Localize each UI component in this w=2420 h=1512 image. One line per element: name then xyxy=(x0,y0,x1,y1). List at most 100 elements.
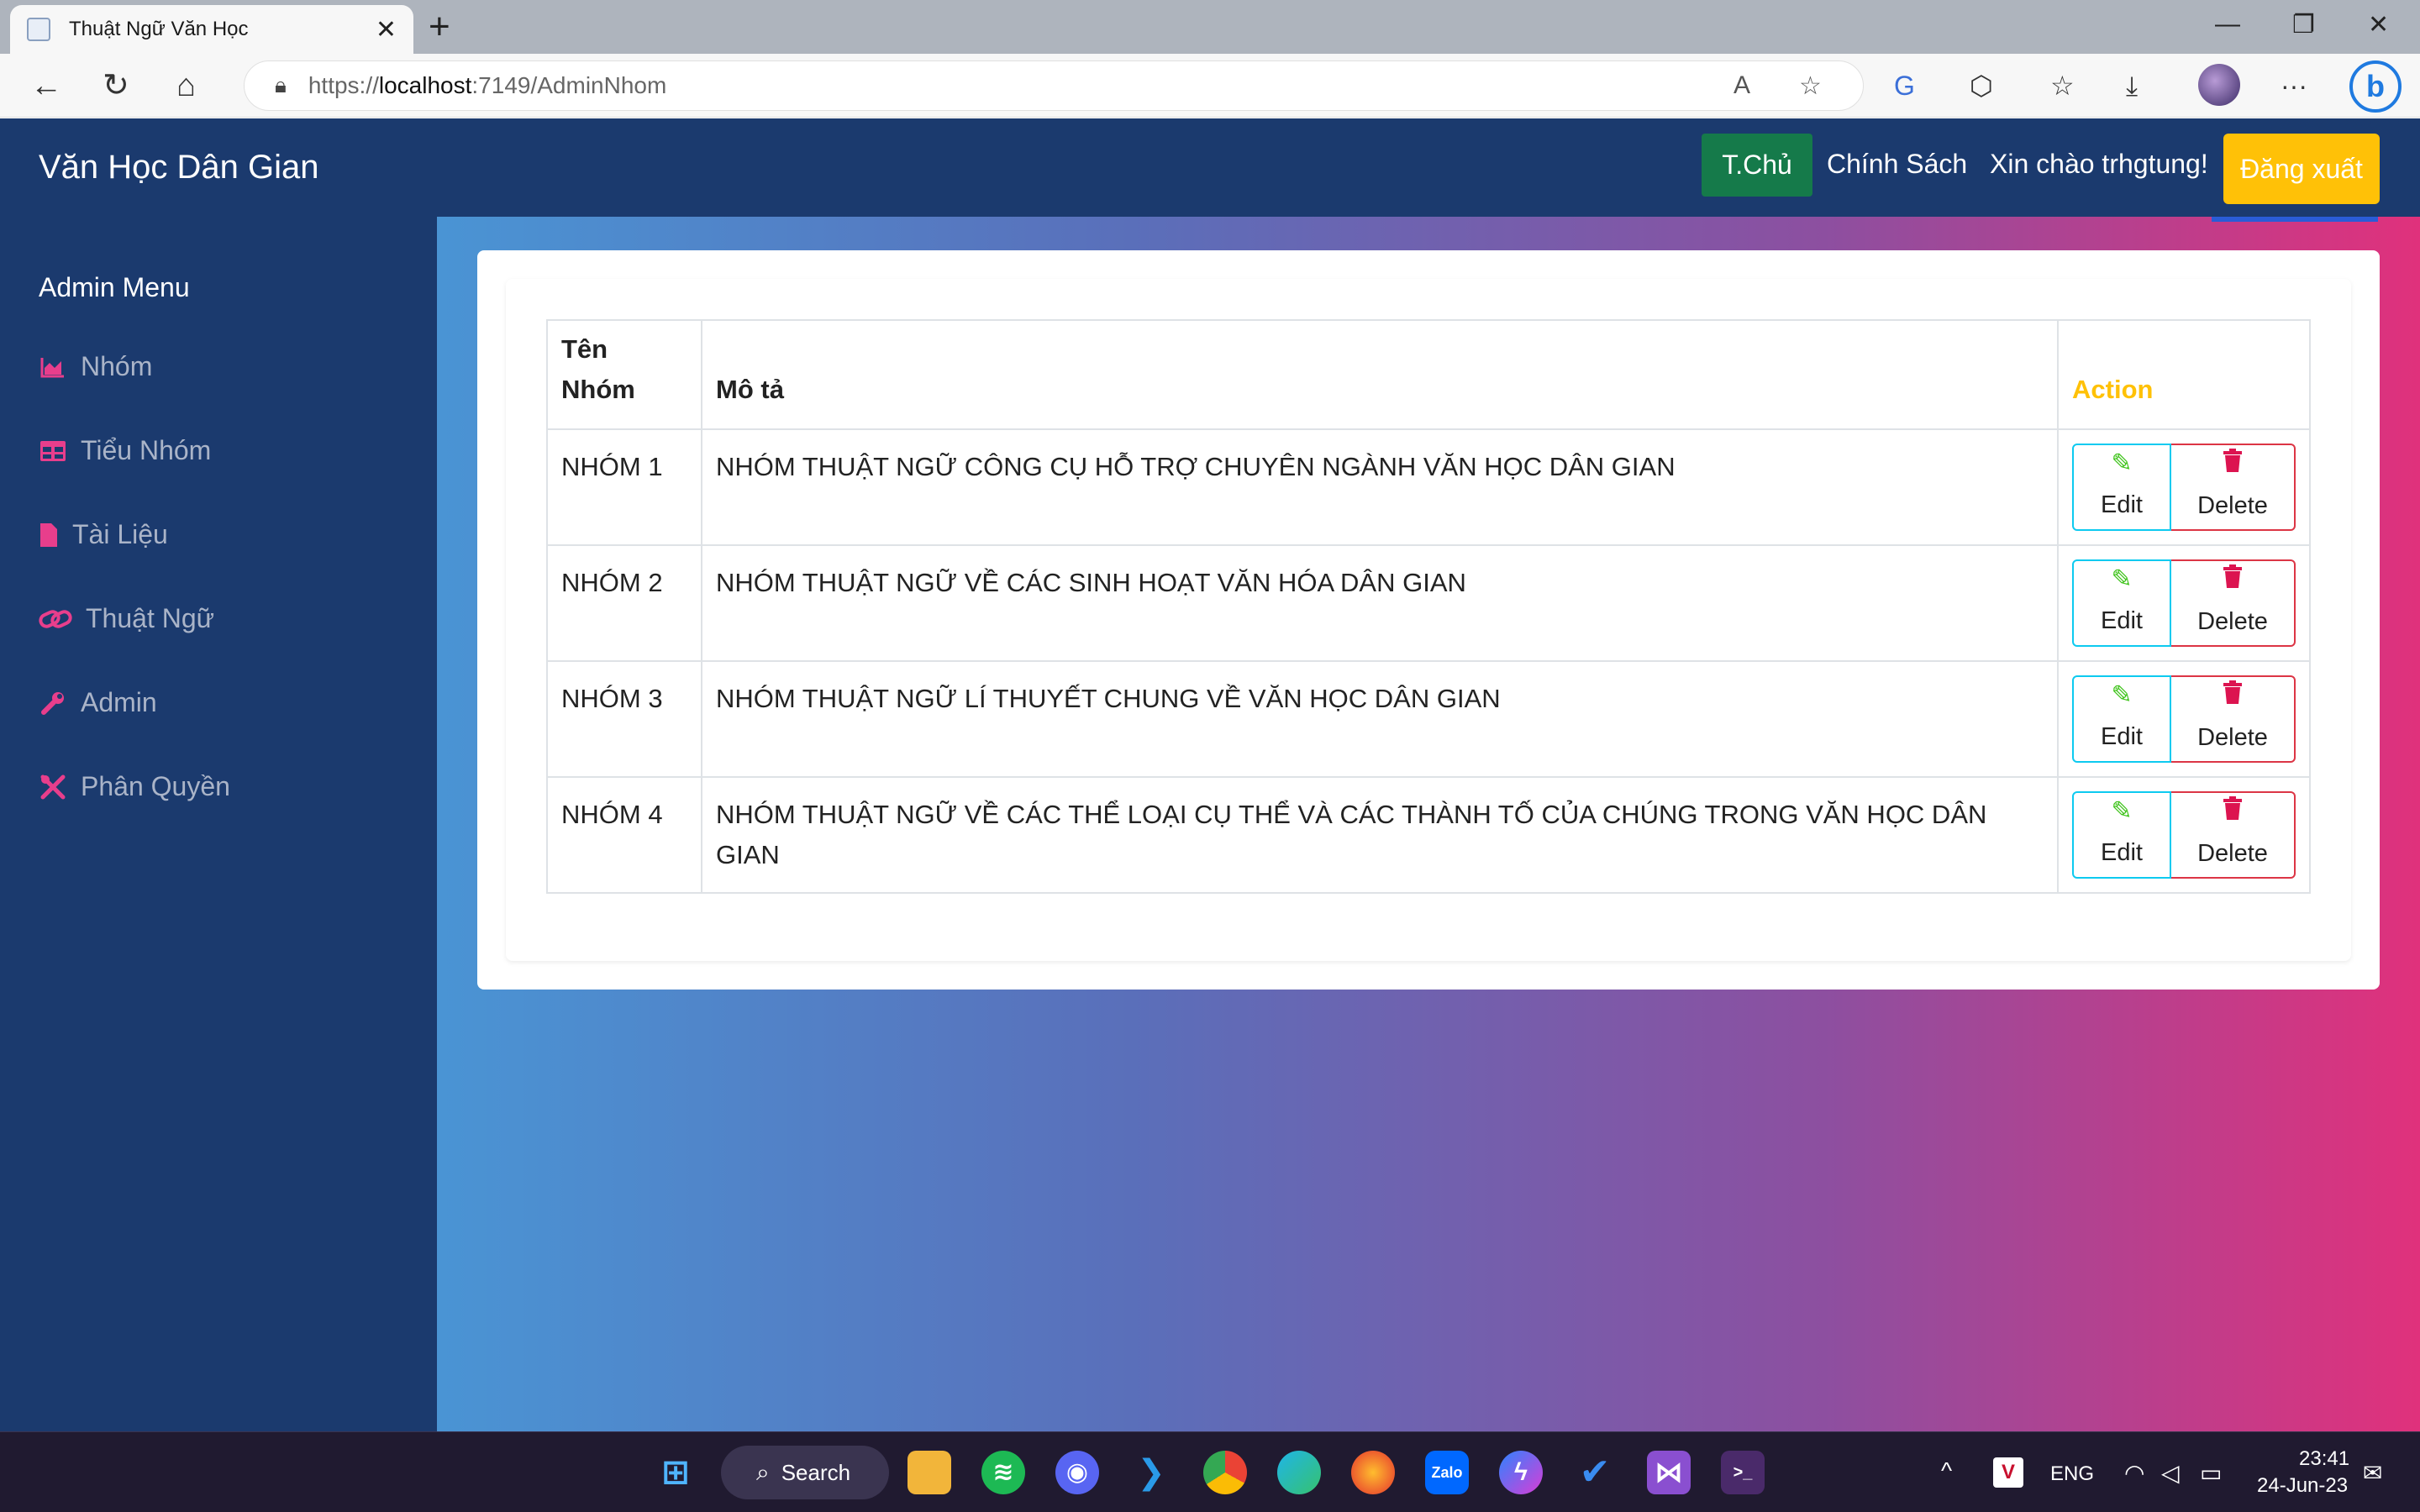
group-description-cell: NHÓM THUẬT NGỮ VỀ CÁC THỂ LOẠI CỤ THỂ VÀ… xyxy=(701,776,2059,894)
decorative-stripe xyxy=(2212,217,2378,222)
groups-table: Tên Nhóm Mô tả Action NHÓM 1 NHÓM THUẬT … xyxy=(546,319,2311,894)
zalo-icon[interactable]: Zalo xyxy=(1425,1451,1469,1494)
edit-icon: ✎ xyxy=(2111,565,2133,593)
translate-icon[interactable]: G xyxy=(1894,67,1915,104)
policy-link[interactable]: Chính Sách xyxy=(1827,149,1967,180)
read-aloud-icon[interactable]: A xyxy=(1733,71,1750,100)
table-row: NHÓM 2 NHÓM THUẬT NGỮ VỀ CÁC SINH HOẠT V… xyxy=(546,544,2311,662)
home-icon[interactable]: ⌂ xyxy=(176,67,196,104)
home-button[interactable]: T.Chủ xyxy=(1702,134,1812,197)
edit-label: Edit xyxy=(2101,723,2143,750)
close-window-icon[interactable]: ✕ xyxy=(2368,10,2389,39)
group-description-cell: NHÓM THUẬT NGỮ CÔNG CỤ HỖ TRỢ CHUYÊN NGÀ… xyxy=(701,428,2059,546)
edit-button[interactable]: ✎ Edit xyxy=(2072,675,2171,763)
edge-icon[interactable] xyxy=(1277,1451,1321,1494)
terminal-icon[interactable]: >_ xyxy=(1721,1451,1765,1494)
admin-sidebar: Admin Menu Nhóm Tiểu Nhóm Tài Liệu Thuật… xyxy=(0,217,437,1431)
volume-icon[interactable]: ◁ xyxy=(2161,1459,2180,1487)
table-row: NHÓM 1 NHÓM THUẬT NGỮ CÔNG CỤ HỖ TRỢ CHU… xyxy=(546,428,2311,546)
tab-title: Thuật Ngữ Văn Học xyxy=(69,18,249,40)
back-arrow-icon[interactable]: ← xyxy=(30,67,62,104)
site-brand[interactable]: Văn Học Dân Gian xyxy=(39,149,319,186)
wrench-icon xyxy=(39,690,67,716)
sidebar-item-admin[interactable]: Admin xyxy=(39,687,157,718)
favorites-icon[interactable]: ☆ xyxy=(2050,67,2075,104)
edit-icon: ✎ xyxy=(2111,681,2133,709)
edit-button[interactable]: ✎ Edit xyxy=(2072,791,2171,879)
messenger-icon[interactable]: ϟ xyxy=(1499,1451,1543,1494)
delete-button[interactable]: Delete xyxy=(2171,675,2296,763)
action-button-group: ✎ Edit Delete xyxy=(2072,791,2296,879)
bing-copilot-icon[interactable]: b xyxy=(2349,60,2402,113)
clock-date[interactable]: 24-Jun-23 xyxy=(2257,1474,2348,1498)
group-name-cell: NHÓM 3 xyxy=(546,660,702,778)
delete-label: Delete xyxy=(2197,840,2268,867)
action-cell: ✎ Edit Delete xyxy=(2057,660,2311,778)
logout-button[interactable]: Đăng xuất xyxy=(2223,134,2380,204)
todo-icon[interactable]: ✔ xyxy=(1573,1451,1617,1494)
edit-button[interactable]: ✎ Edit xyxy=(2072,444,2171,531)
tools-icon xyxy=(39,774,67,800)
action-button-group: ✎ Edit Delete xyxy=(2072,675,2296,763)
column-header-action: Action xyxy=(2057,319,2311,430)
search-icon: ⌕ xyxy=(756,1458,770,1485)
windows-taskbar: ⊞ ⌕ Search ≋ ◉ ❯ Zalo ϟ ✔ ⋈ >_ ^ V ENG ◠… xyxy=(0,1431,2420,1512)
sidebar-item-label: Phân Quyền xyxy=(81,771,230,801)
reload-icon[interactable]: ↻ xyxy=(103,67,129,104)
battery-icon[interactable]: ▭ xyxy=(2200,1459,2222,1487)
greeting-text: Xin chào trhgtung! xyxy=(1990,149,2208,179)
edit-icon: ✎ xyxy=(2111,797,2133,825)
group-name-cell: NHÓM 2 xyxy=(546,544,702,662)
chrome-icon[interactable] xyxy=(1203,1451,1247,1494)
action-button-group: ✎ Edit Delete xyxy=(2072,559,2296,647)
downloads-icon[interactable]: ⤓ xyxy=(2126,67,2138,104)
delete-label: Delete xyxy=(2197,492,2268,519)
spotify-icon[interactable]: ≋ xyxy=(981,1451,1025,1494)
more-menu-icon[interactable]: ··· xyxy=(2281,67,2307,104)
sidebar-item-thuat-ngu[interactable]: Thuật Ngữ xyxy=(39,603,214,634)
column-header-name: Tên Nhóm xyxy=(546,319,702,430)
sidebar-item-label: Nhóm xyxy=(81,351,153,381)
minimize-icon[interactable]: — xyxy=(2215,10,2240,39)
edit-label: Edit xyxy=(2101,607,2143,634)
sidebar-item-tieu-nhom[interactable]: Tiểu Nhóm xyxy=(39,435,211,466)
clock-time[interactable]: 23:41 xyxy=(2299,1447,2349,1471)
chart-area-icon xyxy=(39,354,67,380)
vietkey-icon[interactable]: V xyxy=(1993,1457,2023,1488)
tab-close-icon[interactable]: ✕ xyxy=(376,15,397,45)
new-tab-button[interactable]: + xyxy=(429,8,450,45)
group-name-cell: NHÓM 1 xyxy=(546,428,702,546)
vscode-icon[interactable]: ❯ xyxy=(1129,1451,1173,1494)
browser-tab-strip: Thuật Ngữ Văn Học ✕ + — ❐ ✕ xyxy=(0,0,2420,54)
delete-button[interactable]: Delete xyxy=(2171,559,2296,647)
url-text: https://localhost:7149/AdminNhom xyxy=(308,72,667,98)
file-explorer-icon[interactable] xyxy=(908,1451,951,1494)
browser-toolbar: ← ↻ ⌂ 🔒︎ https://localhost:7149/AdminNho… xyxy=(0,54,2420,118)
windows-start-icon[interactable]: ⊞ xyxy=(654,1451,697,1494)
extensions-icon[interactable]: ⬡ xyxy=(1970,67,1993,104)
taskbar-search[interactable]: ⌕ Search xyxy=(721,1446,889,1499)
sidebar-item-tai-lieu[interactable]: Tài Liệu xyxy=(39,519,168,550)
browser-tab[interactable]: Thuật Ngữ Văn Học ✕ xyxy=(10,5,413,54)
notification-icon[interactable]: ✉ xyxy=(2363,1459,2382,1487)
favorite-star-icon[interactable]: ☆ xyxy=(1799,71,1822,101)
wifi-icon[interactable]: ◠ xyxy=(2124,1459,2144,1487)
group-description-cell: NHÓM THUẬT NGỮ VỀ CÁC SINH HOẠT VĂN HÓA … xyxy=(701,544,2059,662)
trash-icon xyxy=(2223,564,2242,595)
column-header-description: Mô tả xyxy=(701,319,2059,430)
firefox-icon[interactable] xyxy=(1351,1451,1395,1494)
sidebar-item-nhom[interactable]: Nhóm xyxy=(39,351,152,382)
address-bar[interactable]: 🔒︎ https://localhost:7149/AdminNhom A ☆ xyxy=(244,60,1864,111)
tray-overflow-icon[interactable]: ^ xyxy=(1941,1457,1952,1484)
delete-button[interactable]: Delete xyxy=(2171,444,2296,531)
sidebar-item-phan-quyen[interactable]: Phân Quyền xyxy=(39,771,230,802)
action-button-group: ✎ Edit Delete xyxy=(2072,444,2296,531)
group-description-cell: NHÓM THUẬT NGỮ LÍ THUYẾT CHUNG VỀ VĂN HỌ… xyxy=(701,660,2059,778)
discord-icon[interactable]: ◉ xyxy=(1055,1451,1099,1494)
restore-icon[interactable]: ❐ xyxy=(2292,10,2315,39)
input-language[interactable]: ENG xyxy=(2050,1462,2094,1486)
delete-button[interactable]: Delete xyxy=(2171,791,2296,879)
visual-studio-icon[interactable]: ⋈ xyxy=(1647,1451,1691,1494)
profile-avatar[interactable] xyxy=(2198,64,2240,106)
edit-button[interactable]: ✎ Edit xyxy=(2072,559,2171,647)
